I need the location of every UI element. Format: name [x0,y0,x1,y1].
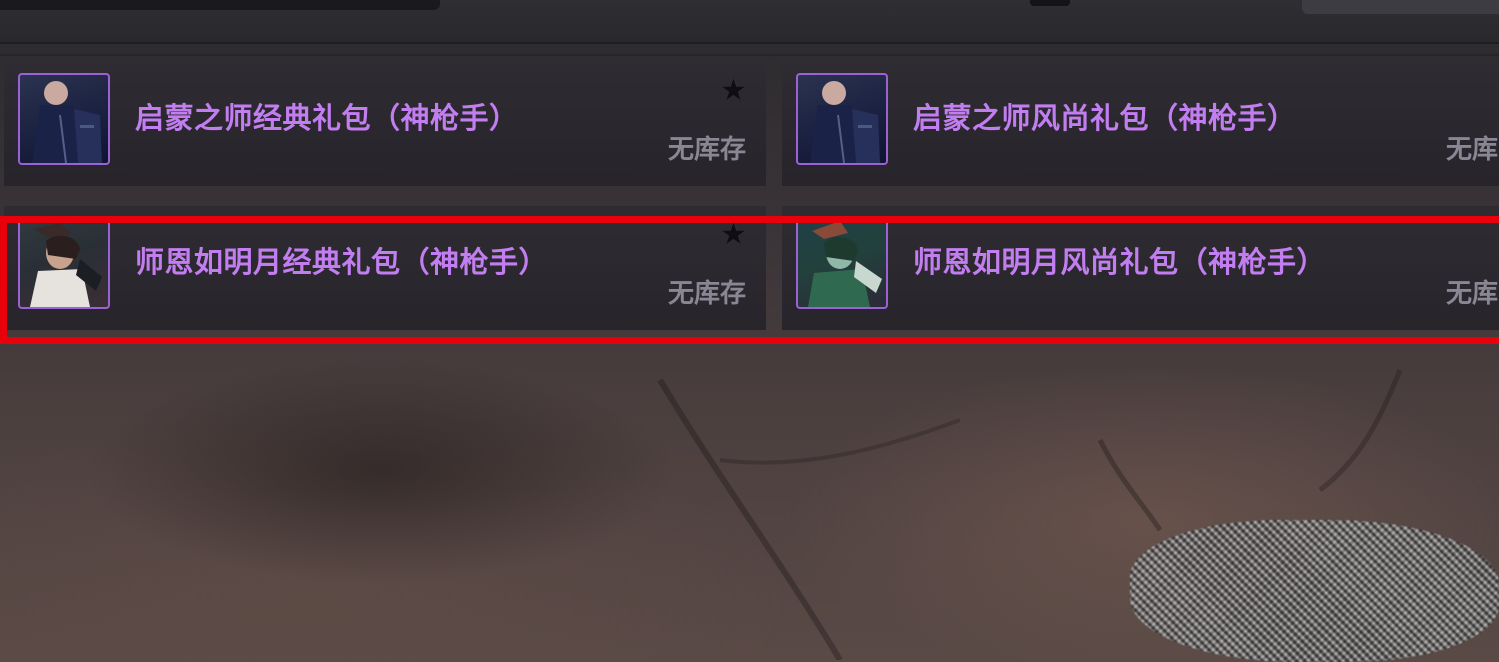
stock-status: 无库 [1446,135,1499,165]
pack-avatar-icon [796,73,888,165]
pack-title: 启蒙之师风尚礼包（神枪手） [913,101,1297,135]
toolbar-right-button[interactable] [1302,0,1499,14]
pack-card-mentor-fashion[interactable]: 启蒙之师风尚礼包（神枪手） 无库 [782,62,1499,186]
stock-status: 无库存 [668,135,747,165]
pack-avatar-icon [18,73,110,165]
blurred-watermark [1130,520,1499,662]
pack-card-mentor-classic[interactable]: 启蒙之师经典礼包（神枪手） ★ 无库存 [4,62,766,186]
favorite-star-icon[interactable]: ★ [720,76,747,106]
toolbar-divider [0,54,1499,56]
highlight-annotation-box [0,216,1499,344]
toolbar-tab[interactable] [1030,0,1070,6]
pack-title: 启蒙之师经典礼包（神枪手） [135,101,519,135]
search-input[interactable] [0,0,440,10]
top-toolbar [0,0,1499,44]
